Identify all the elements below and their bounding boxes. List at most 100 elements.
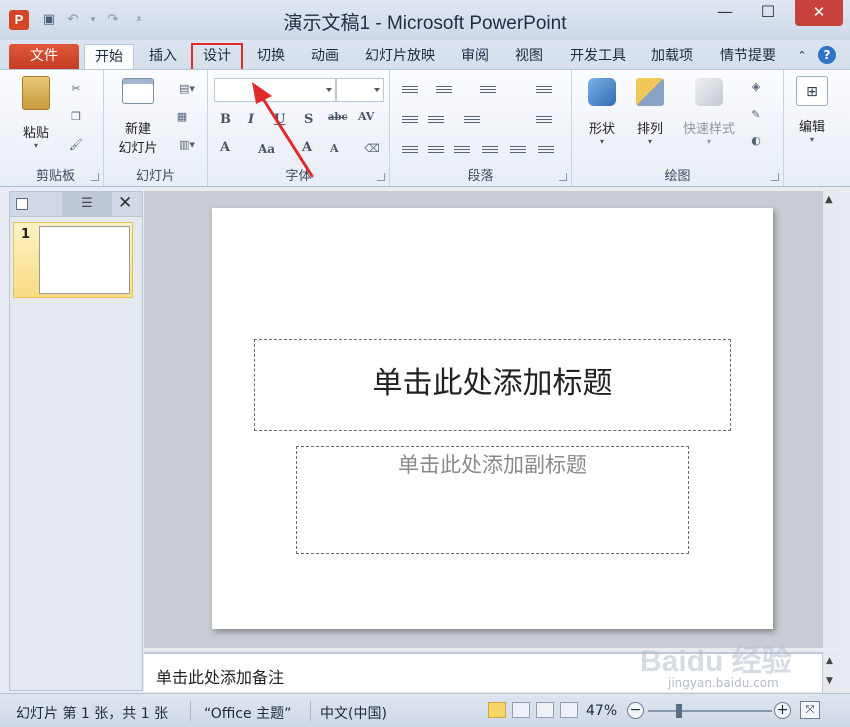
slide-thumbnail[interactable] xyxy=(39,226,130,294)
character-spacing-icon[interactable]: AV xyxy=(358,110,374,123)
tab-animations[interactable]: 动画 xyxy=(302,44,348,70)
tab-file[interactable]: 文件 xyxy=(9,44,79,70)
line-spacing-icon[interactable] xyxy=(480,84,496,96)
help-icon[interactable]: ? xyxy=(818,46,836,64)
notes-scroll-up-icon[interactable]: ▲ xyxy=(826,656,833,666)
reading-view-icon[interactable] xyxy=(536,702,554,718)
paste-button[interactable]: 粘贴 ▾ xyxy=(16,76,56,150)
shrink-font-icon[interactable]: A xyxy=(330,142,339,155)
notes-scroll-down-icon[interactable]: ▼ xyxy=(826,676,833,686)
zoom-out-icon[interactable]: − xyxy=(627,702,644,719)
annotation-arrow xyxy=(252,82,314,178)
quick-styles-button[interactable]: 快速样式 ▾ xyxy=(676,78,742,146)
drawing-dialog-launcher-icon[interactable] xyxy=(771,173,779,181)
arrange-button[interactable]: 排列 ▾ xyxy=(630,78,670,146)
normal-view-icon[interactable] xyxy=(488,702,506,718)
arrange-icon xyxy=(636,78,664,106)
drawing-group-label: 绘图 xyxy=(664,169,691,184)
slide-count-status: 幻灯片 第 1 张，共 1 张 xyxy=(16,706,169,722)
shape-effects-icon[interactable]: ◐ xyxy=(748,134,764,148)
tab-review[interactable]: 审阅 xyxy=(452,44,498,70)
align-left-icon[interactable] xyxy=(402,144,418,156)
quick-styles-label: 快速样式 xyxy=(682,122,735,137)
status-bar: 幻灯片 第 1 张，共 1 张 “Office 主题” 中文(中国) 47% −… xyxy=(0,693,850,727)
align-right-icon[interactable] xyxy=(454,144,470,156)
paragraph-group-label: 段落 xyxy=(467,169,494,184)
tab-slideshow[interactable]: 幻灯片放映 xyxy=(358,44,442,70)
new-slide-label-2: 幻灯片 xyxy=(118,141,158,156)
close-button[interactable]: ✕ xyxy=(795,0,843,26)
maximize-button[interactable]: ☐ xyxy=(748,0,788,26)
fit-to-window-icon[interactable]: ⤧ xyxy=(800,701,820,719)
subtitle-placeholder[interactable]: 单击此处添加副标题 xyxy=(296,446,689,554)
tab-transitions[interactable]: 切换 xyxy=(248,44,294,70)
tab-insert[interactable]: 插入 xyxy=(140,44,186,70)
ribbon-tabs: 文件 开始 插入 设计 切换 动画 幻灯片放映 审阅 视图 开发工具 加载项 情… xyxy=(0,40,850,71)
bullets-icon[interactable] xyxy=(402,84,418,96)
font-size-combo[interactable] xyxy=(336,78,384,102)
editing-button[interactable]: ⊞ 编辑 ▾ xyxy=(792,76,832,144)
strikethrough-icon[interactable]: abc xyxy=(328,112,348,123)
paragraph-dialog-launcher-icon[interactable] xyxy=(559,173,567,181)
editing-label: 编辑 xyxy=(798,120,825,135)
tab-home[interactable]: 开始 xyxy=(84,44,134,70)
arrange-label: 排列 xyxy=(636,122,663,137)
cut-icon[interactable]: ✂ xyxy=(68,82,84,96)
layout-icon[interactable]: ▤▾ xyxy=(174,82,200,96)
zoom-level[interactable]: 47% xyxy=(586,703,617,719)
section-icon[interactable]: ▥▾ xyxy=(174,138,200,152)
notes-placeholder[interactable]: 单击此处添加备注 xyxy=(156,664,284,688)
decrease-indent-icon[interactable] xyxy=(402,114,418,126)
clipboard-group: 粘贴 ▾ ✂ ❐ 🖌 剪贴板 xyxy=(8,70,104,186)
minimize-button[interactable]: — xyxy=(705,0,745,26)
zoom-slider-thumb[interactable] xyxy=(676,704,682,718)
justify-icon[interactable] xyxy=(482,144,498,156)
align-text-icon[interactable] xyxy=(536,114,552,126)
new-slide-label-1: 新建 xyxy=(124,122,151,137)
slide-sorter-view-icon[interactable] xyxy=(512,702,530,718)
notes-scrollbar[interactable]: ▲ ▼ xyxy=(822,652,840,692)
minimize-ribbon-icon[interactable]: ⌃ xyxy=(794,44,810,70)
slides-outline-pane: ☰ ✕ 1 xyxy=(9,191,143,691)
text-direction-icon[interactable] xyxy=(536,84,552,96)
font-dialog-launcher-icon[interactable] xyxy=(377,173,385,181)
outline-tab-icon[interactable]: ☰ xyxy=(62,192,112,216)
shape-outline-icon[interactable]: ✎ xyxy=(748,108,764,122)
reset-icon[interactable]: ▦ xyxy=(174,110,190,124)
zoom-slider[interactable] xyxy=(648,710,772,712)
tab-addins[interactable]: 加载项 xyxy=(644,44,700,70)
slideshow-view-icon[interactable] xyxy=(560,702,578,718)
numbering-icon[interactable] xyxy=(436,84,452,96)
clear-formatting-icon[interactable]: ⌫ xyxy=(364,142,380,156)
new-slide-button[interactable]: 新建 幻灯片 xyxy=(108,78,168,156)
title-placeholder[interactable]: 单击此处添加标题 xyxy=(254,339,731,431)
align-center-icon[interactable] xyxy=(428,144,444,156)
clipboard-dialog-launcher-icon[interactable] xyxy=(91,173,99,181)
slides-group: 新建 幻灯片 ▤▾ ▦ ▥▾ 幻灯片 xyxy=(104,70,208,186)
tab-storyboard[interactable]: 情节提要 xyxy=(712,44,784,70)
tab-developer[interactable]: 开发工具 xyxy=(560,44,636,70)
theme-status[interactable]: “Office 主题” xyxy=(204,703,291,723)
columns-icon[interactable] xyxy=(464,114,480,126)
editing-group: ⊞ 编辑 ▾ xyxy=(786,70,842,186)
shapes-button[interactable]: 形状 ▾ xyxy=(582,78,622,146)
zoom-in-icon[interactable]: + xyxy=(774,702,791,719)
font-color-icon[interactable]: A xyxy=(220,140,230,155)
slide-thumbnail-item[interactable]: 1 xyxy=(13,222,133,298)
tab-design[interactable]: 设计 xyxy=(191,43,243,71)
format-painter-icon[interactable]: 🖌 xyxy=(68,138,84,152)
language-status[interactable]: 中文(中国) xyxy=(320,703,387,723)
copy-icon[interactable]: ❐ xyxy=(68,110,84,124)
scroll-up-icon[interactable]: ▲ xyxy=(825,194,833,205)
smartart-icon[interactable] xyxy=(538,144,554,156)
tab-view[interactable]: 视图 xyxy=(506,44,552,70)
slide-canvas[interactable]: 单击此处添加标题 单击此处添加副标题 xyxy=(212,208,773,629)
slides-tab-icon[interactable] xyxy=(16,198,28,210)
close-pane-icon[interactable]: ✕ xyxy=(118,193,132,213)
bold-icon[interactable]: B xyxy=(220,112,231,127)
increase-indent-icon[interactable] xyxy=(428,114,444,126)
shape-fill-icon[interactable]: ◈ xyxy=(748,80,764,94)
vertical-scrollbar[interactable]: ▲ xyxy=(822,191,840,648)
quick-styles-icon xyxy=(695,78,723,106)
distributed-icon[interactable] xyxy=(510,144,526,156)
